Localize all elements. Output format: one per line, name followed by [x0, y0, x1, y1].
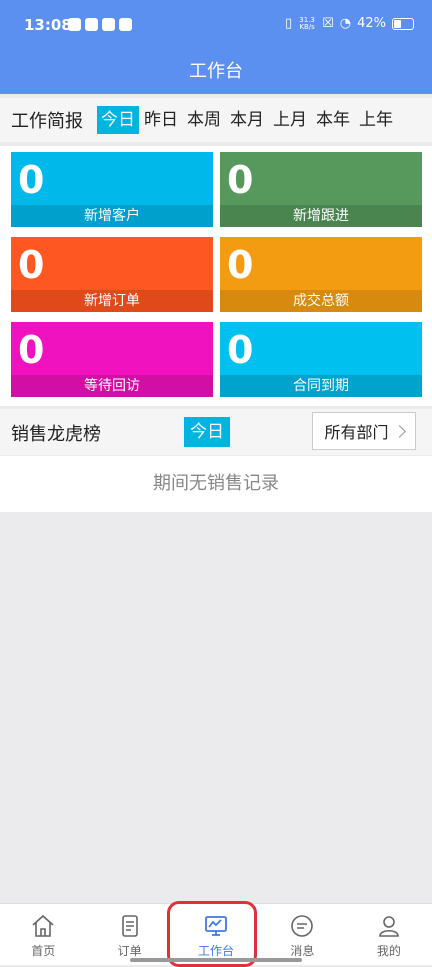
stat-label: 新增跟进 — [220, 205, 422, 227]
period-tab[interactable]: 今日 — [97, 106, 139, 134]
gesture-bar — [130, 958, 302, 962]
stat-value: 0 — [18, 243, 45, 287]
period-tab[interactable]: 昨日 — [140, 106, 182, 134]
period-tabs: 今日 昨日 本周 本月 上月 本年 上年 — [97, 106, 398, 134]
tab-label: 首页 — [31, 944, 56, 958]
tab-label: 订单 — [117, 944, 142, 958]
tab-home[interactable]: 首页 — [0, 904, 86, 965]
tab-workbench[interactable]: 工作台 — [173, 904, 259, 965]
stat-card[interactable]: 0 新增订单 — [11, 237, 213, 312]
message-icon — [291, 915, 314, 937]
work-brief-label: 工作简报 — [11, 111, 83, 132]
sim-icon: ☒ — [322, 16, 334, 31]
stat-card[interactable]: 0 新增跟进 — [220, 152, 422, 227]
department-selector[interactable]: 所有部门 — [312, 412, 416, 450]
battery-percent: 42% — [357, 16, 386, 31]
stat-label: 成交总额 — [220, 290, 422, 312]
workbench-icon — [205, 916, 227, 936]
sales-ranking-label: 销售龙虎榜 — [11, 424, 101, 445]
wifi-icon: ◔ — [339, 16, 352, 31]
work-brief-bar: 工作简报 今日 昨日 本周 本月 上月 本年 上年 — [0, 98, 432, 142]
app-icon — [102, 18, 115, 31]
tab-message[interactable]: 消息 — [259, 904, 345, 965]
profile-icon — [379, 916, 399, 937]
ranking-period-today[interactable]: 今日 — [184, 417, 230, 447]
period-tab[interactable]: 上年 — [355, 106, 397, 134]
net-speed: 31.3 KB/s — [298, 16, 316, 31]
stat-card[interactable]: 0 成交总额 — [220, 237, 422, 312]
net-speed-unit: KB/s — [299, 22, 315, 31]
status-bar: 13:08 ▯ 31.3 KB/s ☒ ◔ 42% — [0, 0, 432, 50]
tab-label: 工作台 — [198, 944, 235, 958]
notification-icons — [68, 18, 132, 31]
order-icon — [121, 915, 138, 937]
stat-label: 新增客户 — [11, 205, 213, 227]
stat-value: 0 — [18, 158, 45, 202]
period-tab[interactable]: 上月 — [269, 106, 311, 134]
stat-value: 0 — [227, 243, 254, 287]
status-right: ▯ 31.3 KB/s ☒ ◔ 42% — [285, 16, 414, 31]
tab-label: 消息 — [290, 944, 315, 958]
bottom-tab-bar: 首页 订单 工作台 消息 我的 — [0, 903, 432, 965]
page-title: 工作台 — [0, 50, 432, 94]
weibo-icon — [68, 18, 81, 31]
home-icon — [32, 914, 54, 937]
sales-ranking-bar: 销售龙虎榜 今日 所有部门 — [0, 409, 432, 455]
app-icon — [119, 18, 132, 31]
stat-label: 新增订单 — [11, 290, 213, 312]
tab-label: 我的 — [376, 944, 401, 958]
stat-card[interactable]: 0 等待回访 — [11, 322, 213, 397]
stat-label: 合同到期 — [220, 375, 422, 397]
stat-cards: 0 新增客户 0 新增跟进 0 新增订单 0 成交总额 0 等待回访 0 合同到期 — [0, 146, 432, 406]
battery-icon — [392, 17, 414, 30]
stat-value: 0 — [227, 158, 254, 202]
department-label: 所有部门 — [324, 423, 389, 442]
stat-card[interactable]: 0 合同到期 — [220, 322, 422, 397]
period-tab[interactable]: 本年 — [312, 106, 354, 134]
empty-sales-message: 期间无销售记录 — [0, 456, 432, 512]
chevron-right-icon — [392, 424, 406, 438]
period-tab[interactable]: 本月 — [226, 106, 268, 134]
status-time: 13:08 — [24, 16, 72, 34]
tab-profile[interactable]: 我的 — [346, 904, 432, 965]
vibrate-icon: ▯ — [284, 16, 293, 31]
tab-order[interactable]: 订单 — [86, 904, 172, 965]
stat-label: 等待回访 — [11, 375, 213, 397]
period-tab[interactable]: 本周 — [183, 106, 225, 134]
stat-value: 0 — [18, 328, 45, 372]
stat-value: 0 — [227, 328, 254, 372]
stat-card[interactable]: 0 新增客户 — [11, 152, 213, 227]
app-icon — [85, 18, 98, 31]
